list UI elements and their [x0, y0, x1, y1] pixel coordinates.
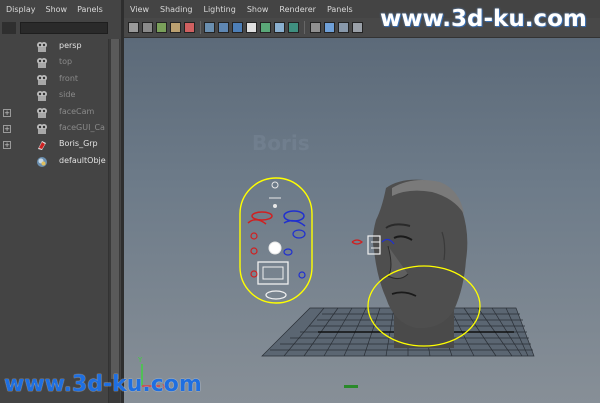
backface-icon[interactable] [352, 22, 363, 33]
expand-icon[interactable]: + [3, 108, 11, 117]
menu-panels[interactable]: Panels [77, 5, 103, 14]
outliner-list: persp top front side + faceCam + faceGUI… [0, 39, 108, 170]
menu-display[interactable]: Display [6, 5, 36, 14]
face-control-board[interactable] [239, 177, 313, 304]
shadows-icon[interactable] [274, 22, 285, 33]
outliner-menubar: Display Show Panels [0, 0, 121, 18]
list-item[interactable]: + Boris_Grp [0, 137, 108, 153]
camera-attributes-icon[interactable] [142, 22, 153, 33]
expand-icon[interactable]: + [3, 124, 11, 133]
list-item[interactable]: defaultObje [0, 154, 108, 170]
xray-icon[interactable] [324, 22, 335, 33]
expand-icon[interactable]: + [3, 141, 11, 150]
list-item-label: side [59, 90, 76, 100]
toolbar-separator [304, 21, 305, 34]
list-item-label: Boris_Grp [59, 139, 98, 149]
list-item-label: faceCam [59, 106, 95, 116]
faded-label: Boris [252, 131, 310, 155]
select-camera-icon[interactable] [128, 22, 139, 33]
outliner-panel: Display Show Panels persp top front side… [0, 0, 121, 403]
texture-t-icon[interactable] [288, 22, 299, 33]
camera-marker [344, 385, 358, 388]
list-item-label: front [59, 73, 79, 83]
wireframe-icon[interactable] [204, 22, 215, 33]
watermark-top: www.3d-ku.com [380, 6, 587, 32]
list-item-label: persp [59, 41, 82, 50]
camera-icon [36, 41, 48, 53]
toolbar-separator [200, 21, 201, 34]
lighting-icon[interactable] [260, 22, 271, 33]
list-item[interactable]: top [0, 55, 108, 71]
grid-toggle-icon[interactable] [184, 22, 195, 33]
camera-icon [36, 74, 48, 86]
menu-view[interactable]: View [130, 5, 149, 14]
list-item-label: top [59, 57, 73, 67]
bookmark-icon[interactable] [156, 22, 167, 33]
camera-icon [36, 57, 48, 69]
textured-icon[interactable] [246, 22, 257, 33]
group-icon [36, 139, 48, 151]
isolate-select-icon[interactable] [310, 22, 321, 33]
list-item[interactable]: + faceCam [0, 105, 108, 121]
menu-show[interactable]: Show [46, 5, 68, 14]
camera-icon [36, 123, 48, 135]
outliner-scrollbar[interactable] [108, 39, 120, 403]
watermark-bottom: www.3d-ku.com [4, 372, 202, 397]
perspective-viewport[interactable]: Boris Y X [124, 38, 600, 403]
camera-icon [36, 107, 48, 119]
menu-shading[interactable]: Shading [160, 5, 193, 14]
wireframe-on-shaded-icon[interactable] [232, 22, 243, 33]
list-item-label: faceGUI_Ca [59, 122, 105, 132]
object-set-icon [36, 156, 48, 168]
xray-joints-icon[interactable] [338, 22, 349, 33]
menu-lighting[interactable]: Lighting [203, 5, 235, 14]
axis-y-label: Y [137, 356, 143, 364]
list-item[interactable]: front [0, 72, 108, 88]
list-item-label: defaultObje [59, 155, 106, 165]
image-plane-icon[interactable] [170, 22, 181, 33]
camera-icon [36, 90, 48, 102]
list-item[interactable]: side [0, 88, 108, 104]
filter-toggle[interactable] [2, 22, 16, 34]
list-item[interactable]: persp [0, 39, 108, 55]
menu-renderer[interactable]: Renderer [279, 5, 316, 14]
scrollbar-thumb[interactable] [111, 39, 119, 379]
outliner-search-input[interactable] [20, 22, 108, 34]
smooth-shade-icon[interactable] [218, 22, 229, 33]
list-item[interactable]: + faceGUI_Ca [0, 121, 108, 137]
menu-panels[interactable]: Panels [327, 5, 353, 14]
menu-show[interactable]: Show [247, 5, 269, 14]
